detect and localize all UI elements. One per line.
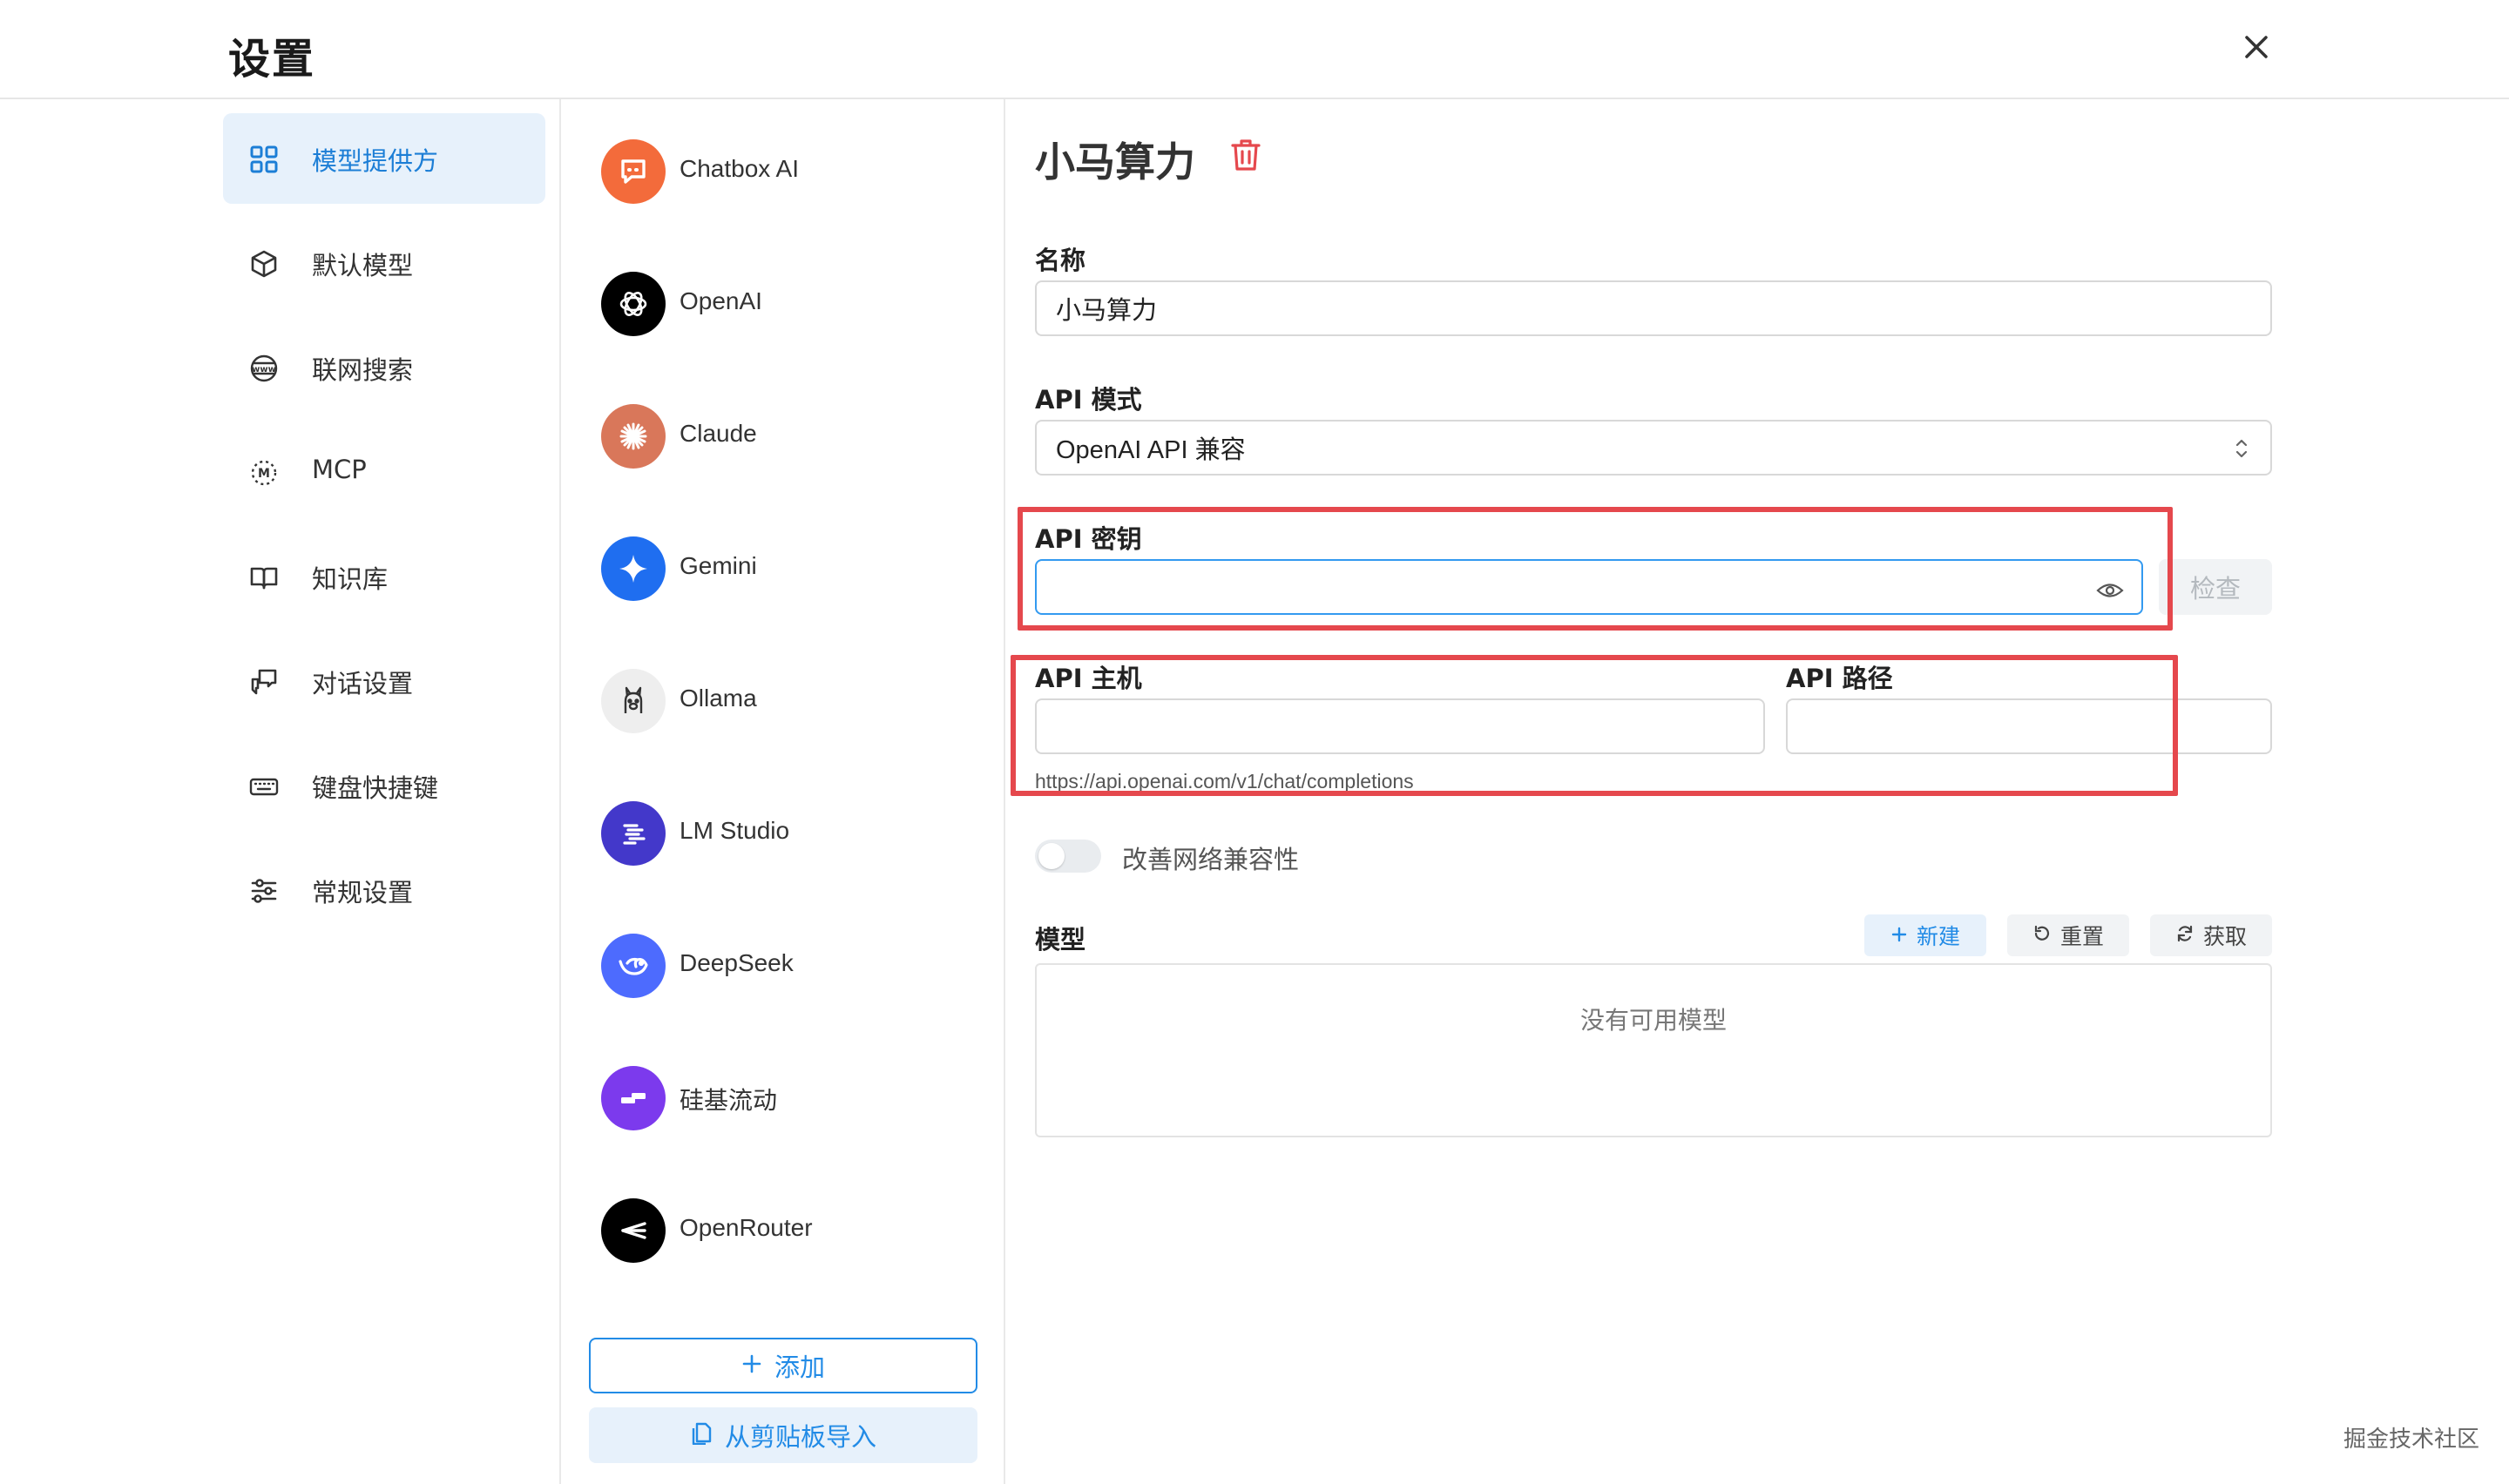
- fetch-label: 获取: [2202, 924, 2247, 949]
- api-mode-select[interactable]: OpenAI API 兼容: [1035, 420, 2272, 476]
- check-button[interactable]: 检查: [2159, 559, 2272, 615]
- sidebar-item-default-model[interactable]: 默认模型: [223, 218, 545, 308]
- provider-item-chatbox-ai[interactable]: Chatbox AI: [561, 132, 944, 211]
- api-path-label: API 路径: [1786, 664, 1893, 693]
- reset-label: 重置: [2059, 924, 2104, 949]
- chat-settings-icon: [249, 667, 279, 697]
- api-host-hint: https://api.openai.com/v1/chat/completio…: [1035, 770, 1414, 793]
- name-input-value: 小马算力: [1056, 297, 1158, 325]
- import-label: 从剪贴板导入: [724, 1422, 876, 1452]
- api-host-label: API 主机: [1035, 664, 1142, 693]
- claude-logo-icon: [601, 404, 666, 469]
- sidebar-item-web-search[interactable]: www 联网搜索: [223, 322, 545, 413]
- grid-icon: [249, 145, 279, 174]
- name-label: 名称: [1035, 246, 1086, 275]
- models-list: 没有可用模型: [1035, 963, 2272, 1137]
- provider-item-siliconflow[interactable]: 硅基流动: [561, 1059, 944, 1137]
- page-title: 设置: [228, 35, 316, 84]
- provider-item-lm-studio[interactable]: LM Studio: [561, 794, 944, 873]
- sliders-icon: [249, 876, 279, 906]
- models-label: 模型: [1035, 925, 1086, 954]
- api-mode-label: API 模式: [1035, 385, 1142, 415]
- sidebar-item-label: 模型提供方: [312, 146, 439, 176]
- new-model-label: 新建: [1916, 924, 1960, 949]
- reset-models-button[interactable]: 重置: [2007, 914, 2129, 956]
- deepseek-logo-icon: [601, 934, 666, 998]
- book-icon: [249, 563, 279, 592]
- import-from-clipboard-button[interactable]: 从剪贴板导入: [589, 1407, 977, 1463]
- sidebar-item-mcp[interactable]: M MCP: [223, 427, 545, 517]
- sidebar-item-keyboard-shortcuts[interactable]: 键盘快捷键: [223, 740, 545, 831]
- globe-www-icon: www: [249, 354, 279, 383]
- refresh-icon: [2175, 923, 2195, 948]
- provider-item-claude[interactable]: Claude: [561, 397, 944, 476]
- eye-icon[interactable]: [2096, 578, 2124, 597]
- provider-item-gemini[interactable]: Gemini: [561, 530, 944, 608]
- provider-name: DeepSeek: [680, 949, 794, 976]
- plus-icon: [741, 1351, 762, 1380]
- reset-icon: [2032, 923, 2052, 948]
- provider-name: Ollama: [680, 685, 757, 712]
- toggle-knob: [1038, 843, 1065, 869]
- sidebar-item-general-settings[interactable]: 常规设置: [223, 845, 545, 935]
- add-provider-label: 添加: [774, 1352, 825, 1382]
- api-key-label: API 密钥: [1035, 524, 1142, 554]
- sidebar-item-label: 默认模型: [312, 251, 414, 280]
- api-mode-value: OpenAI API 兼容: [1056, 436, 1246, 464]
- keyboard-icon: [249, 772, 279, 801]
- provider-title: 小马算力: [1035, 138, 1195, 186]
- fetch-models-button[interactable]: 获取: [2150, 914, 2272, 956]
- plus-icon: [1890, 923, 1908, 948]
- api-path-input[interactable]: [1786, 698, 2272, 754]
- openrouter-logo-icon: [601, 1198, 666, 1263]
- svg-text:www: www: [252, 365, 276, 374]
- network-compat-toggle[interactable]: [1035, 840, 1101, 873]
- api-key-input[interactable]: [1035, 559, 2143, 615]
- svg-text:M: M: [258, 467, 270, 481]
- gemini-logo-icon: [601, 536, 666, 601]
- watermark: 掘金技术社区: [2343, 1427, 2480, 1453]
- sidebar-item-label: 联网搜索: [312, 355, 414, 385]
- provider-name: OpenRouter: [680, 1214, 813, 1241]
- provider-name: OpenAI: [680, 287, 762, 314]
- sidebar-item-label: 对话设置: [312, 669, 414, 698]
- provider-item-openrouter[interactable]: OpenRouter: [561, 1191, 944, 1270]
- settings-header: 设置: [0, 0, 2509, 99]
- ollama-logo-icon: [601, 669, 666, 733]
- mcp-icon: M: [249, 458, 279, 488]
- chatbox-ai-logo-icon: [601, 139, 666, 204]
- provider-item-ollama[interactable]: Ollama: [561, 662, 944, 740]
- provider-name: Gemini: [680, 552, 757, 579]
- provider-name: Claude: [680, 420, 757, 447]
- sidebar-item-label: 常规设置: [312, 878, 414, 907]
- provider-name: 硅基流动: [680, 1087, 778, 1114]
- sidebar-item-label: 知识库: [312, 564, 389, 594]
- clipboard-icon: [690, 1420, 713, 1451]
- sidebar-item-label: MCP: [312, 455, 367, 484]
- siliconflow-logo-icon: [601, 1066, 666, 1130]
- sidebar-item-model-provider[interactable]: 模型提供方: [223, 113, 545, 204]
- network-compat-label: 改善网络兼容性: [1122, 845, 1300, 874]
- openai-logo-icon: [601, 272, 666, 336]
- models-empty-text: 没有可用模型: [1579, 1006, 1727, 1035]
- provider-item-openai[interactable]: OpenAI: [561, 265, 944, 343]
- trash-icon[interactable]: [1227, 136, 1265, 174]
- chevron-up-down-icon: [2232, 435, 2251, 462]
- lm-studio-logo-icon: [601, 801, 666, 866]
- cube-icon: [249, 249, 279, 279]
- sidebar-item-label: 键盘快捷键: [312, 773, 439, 803]
- new-model-button[interactable]: 新建: [1864, 914, 1986, 956]
- sidebar-item-chat-settings[interactable]: 对话设置: [223, 636, 545, 726]
- api-host-input[interactable]: [1035, 698, 1765, 754]
- add-provider-button[interactable]: 添加: [589, 1338, 977, 1393]
- close-icon[interactable]: [2235, 26, 2277, 68]
- sidebar-item-knowledge-base[interactable]: 知识库: [223, 531, 545, 622]
- name-input[interactable]: 小马算力: [1035, 280, 2272, 336]
- provider-item-deepseek[interactable]: DeepSeek: [561, 927, 944, 1005]
- provider-name: Chatbox AI: [680, 155, 799, 182]
- provider-name: LM Studio: [680, 817, 790, 844]
